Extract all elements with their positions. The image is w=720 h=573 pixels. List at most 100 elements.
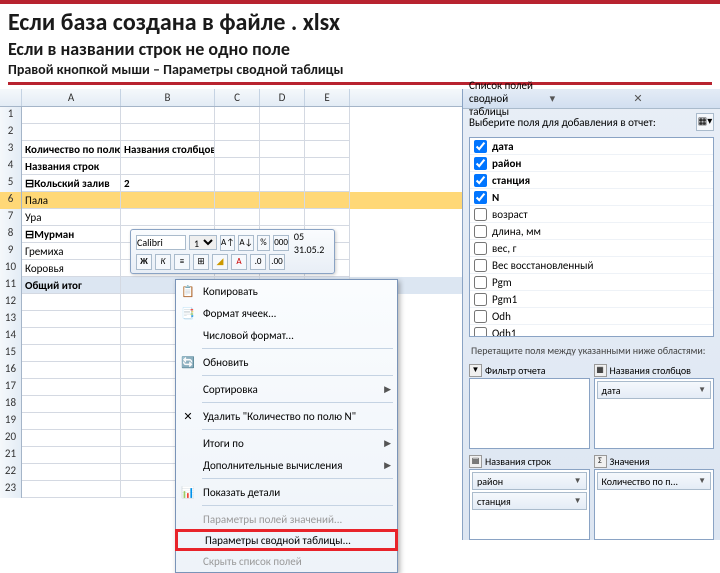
cell[interactable] — [22, 294, 121, 311]
col-header[interactable]: D — [260, 89, 305, 106]
row-header[interactable]: 21 — [0, 447, 22, 464]
cell[interactable] — [305, 124, 350, 141]
layout-icon[interactable]: ▦▾ — [696, 113, 714, 131]
field-checkbox[interactable] — [474, 208, 487, 221]
column-headers[interactable]: ABCDE — [0, 89, 462, 107]
col-header[interactable]: C — [215, 89, 260, 106]
col-header[interactable]: E — [305, 89, 350, 106]
table-row[interactable]: 4Названия строк — [0, 158, 462, 175]
table-row[interactable]: 6 Пала — [0, 192, 462, 209]
bold-icon[interactable]: Ж — [136, 254, 152, 270]
vals-area[interactable]: Количество по п...▼ — [594, 469, 715, 540]
field-item[interactable]: N — [470, 189, 713, 206]
cell[interactable]: Названия строк — [22, 158, 121, 175]
grow-font-icon[interactable]: A↑ — [220, 235, 235, 251]
context-menu-item[interactable]: Дополнительные вычисления▶ — [176, 454, 397, 476]
decimal-dec-icon[interactable]: .00 — [269, 254, 285, 270]
worksheet[interactable]: ABCDE 123Количество по полю NНазвания ст… — [0, 89, 462, 540]
cell[interactable] — [22, 379, 121, 396]
cell[interactable] — [22, 447, 121, 464]
field-checkbox[interactable] — [474, 225, 487, 238]
cell[interactable]: ⊟Кольский залив — [22, 175, 121, 192]
row-header[interactable]: 15 — [0, 345, 22, 362]
context-menu-item[interactable]: Сортировка▶ — [176, 378, 397, 400]
cell[interactable]: Названия столбцов — [121, 141, 215, 158]
col-header[interactable]: B — [121, 89, 215, 106]
context-menu-item[interactable]: Числовой формат... — [176, 324, 397, 346]
cell[interactable] — [260, 158, 305, 175]
cell[interactable] — [260, 107, 305, 124]
rows-area[interactable]: район▼станция▼ — [469, 469, 590, 540]
align-icon[interactable]: ≡ — [174, 254, 190, 270]
col-header[interactable] — [0, 89, 22, 106]
border-icon[interactable]: ⊞ — [193, 254, 209, 270]
row-header[interactable]: 16 — [0, 362, 22, 379]
field-checkbox[interactable] — [474, 276, 487, 289]
cell[interactable] — [260, 124, 305, 141]
field-checkbox[interactable] — [474, 293, 487, 306]
pivot-field-pane[interactable]: Список полей сводной таблицы ▾ ✕ Выберит… — [462, 89, 720, 540]
field-checkbox[interactable] — [474, 174, 487, 187]
context-menu-item[interactable]: 📑Формат ячеек... — [176, 302, 397, 324]
row-header[interactable]: 14 — [0, 328, 22, 345]
area-chip[interactable]: район▼ — [472, 472, 587, 490]
chip-dropdown-icon[interactable]: ▼ — [698, 476, 706, 486]
field-checkbox[interactable] — [474, 259, 487, 272]
row-header[interactable]: 18 — [0, 396, 22, 413]
cell[interactable] — [22, 107, 121, 124]
cell[interactable] — [22, 328, 121, 345]
context-menu-item[interactable]: 📊Показать детали — [176, 481, 397, 503]
table-row[interactable]: 7 Ура — [0, 209, 462, 226]
field-item[interactable]: возраст — [470, 206, 713, 223]
row-header[interactable]: 13 — [0, 311, 22, 328]
area-chip[interactable]: дата▼ — [597, 381, 712, 399]
cell[interactable]: Общий итог — [22, 277, 121, 294]
row-header[interactable]: 7 — [0, 209, 22, 226]
font-input[interactable] — [136, 235, 186, 250]
cell[interactable] — [121, 107, 215, 124]
table-row[interactable]: 2 — [0, 124, 462, 141]
chip-dropdown-icon[interactable]: ▼ — [574, 496, 582, 506]
field-checkbox[interactable] — [474, 191, 487, 204]
context-menu-item[interactable]: Параметры сводной таблицы... — [175, 529, 398, 551]
cell[interactable]: Ура — [22, 209, 121, 226]
cell[interactable] — [22, 124, 121, 141]
field-checkbox[interactable] — [474, 310, 487, 323]
cell[interactable] — [305, 158, 350, 175]
italic-icon[interactable]: К — [155, 254, 171, 270]
decimal-inc-icon[interactable]: .0 — [250, 254, 266, 270]
cell[interactable] — [22, 311, 121, 328]
row-header[interactable]: 22 — [0, 464, 22, 481]
cell[interactable] — [22, 464, 121, 481]
field-item[interactable]: вес, г — [470, 240, 713, 257]
cell[interactable]: Коровья — [22, 260, 121, 277]
cell[interactable] — [215, 124, 260, 141]
cell[interactable] — [121, 192, 215, 209]
row-header[interactable]: 6 — [0, 192, 22, 209]
context-menu[interactable]: 📋Копировать📑Формат ячеек...Числовой форм… — [175, 279, 398, 573]
cell[interactable] — [215, 175, 260, 192]
field-checkbox[interactable] — [474, 327, 487, 338]
cell[interactable] — [305, 107, 350, 124]
cell[interactable] — [305, 192, 350, 209]
cell[interactable] — [215, 158, 260, 175]
row-header[interactable]: 9 — [0, 243, 22, 260]
shrink-font-icon[interactable]: A↓ — [238, 235, 253, 251]
row-header[interactable]: 20 — [0, 430, 22, 447]
context-menu-item[interactable]: Итоги по▶ — [176, 432, 397, 454]
mini-toolbar[interactable]: 11 A↑ A↓ % 000 05 31.05.2 Ж К ≡ ⊞ ◢ A .0… — [130, 229, 335, 274]
cell[interactable] — [22, 396, 121, 413]
fill-color-icon[interactable]: ◢ — [212, 254, 228, 270]
field-item[interactable]: длина, мм — [470, 223, 713, 240]
table-row[interactable]: 3Количество по полю NНазвания столбцов — [0, 141, 462, 158]
cell[interactable]: Количество по полю N — [22, 141, 121, 158]
field-item[interactable]: Pgm — [470, 274, 713, 291]
row-header[interactable]: 3 — [0, 141, 22, 158]
context-menu-item[interactable]: 📋Копировать — [176, 280, 397, 302]
dropdown-icon[interactable]: ▾ — [547, 92, 631, 105]
context-menu-item[interactable]: 🔄Обновить — [176, 351, 397, 373]
cell[interactable]: ⊟Мурман — [22, 226, 121, 243]
row-header[interactable]: 19 — [0, 413, 22, 430]
cell[interactable] — [305, 141, 350, 158]
cell[interactable] — [22, 345, 121, 362]
